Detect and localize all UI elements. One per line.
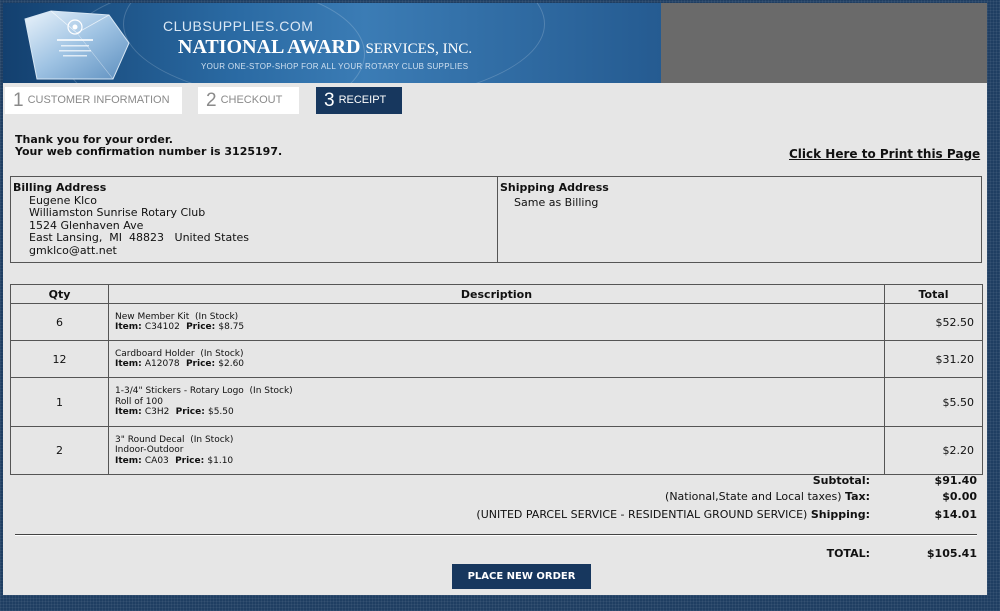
item-code: C3H2 bbox=[144, 407, 170, 418]
item-name: Cardboard Holder (In Stock) bbox=[115, 348, 244, 359]
item-code-label: Item: bbox=[115, 455, 142, 466]
subtotal-value: $91.40 bbox=[934, 474, 977, 487]
shipping-row: (UNITED PARCEL SERVICE - RESIDENTIAL GRO… bbox=[3, 508, 987, 522]
shipping-label: Shipping: bbox=[810, 508, 870, 521]
item-description: 3" Round Decal (In Stock) Indoor-Outdoor… bbox=[108, 426, 885, 475]
shipping-address-lines: Same as Billing bbox=[514, 196, 599, 209]
order-confirmation: Thank you for your order. Your web confi… bbox=[15, 134, 282, 158]
grand-total-row: TOTAL: $105.41 bbox=[3, 547, 987, 561]
crystal-award-image bbox=[24, 10, 130, 80]
billing-email: gmklco@att.net bbox=[29, 243, 117, 257]
grand-total-value: $105.41 bbox=[926, 547, 977, 560]
step-label: CHECKOUT bbox=[220, 94, 283, 106]
billing-city-state: East Lansing, MI 48823 United States bbox=[29, 231, 249, 245]
tax-label: Tax: bbox=[844, 490, 870, 503]
grand-total-label: TOTAL: bbox=[826, 547, 870, 560]
total-header: Total bbox=[884, 284, 983, 304]
item-meta: Item: C3H2 Price: $5.50 bbox=[115, 407, 884, 418]
tax-value: $0.00 bbox=[942, 490, 977, 503]
item-name: 3" Round Decal (In Stock) bbox=[115, 434, 234, 445]
billing-address-lines: Eugene Klco Williamston Sunrise Rotary C… bbox=[29, 194, 249, 257]
step-number: 1 bbox=[13, 90, 24, 111]
item-total: $52.50 bbox=[884, 303, 983, 341]
subtotal-row: Subtotal: $91.40 bbox=[3, 474, 987, 488]
item-price: $2.60 bbox=[218, 359, 245, 369]
item-description: New Member Kit (In Stock) Item: C34102 P… bbox=[108, 303, 885, 341]
item-variant: Indoor-Outdoor bbox=[115, 445, 184, 456]
site-name: CLUBSUPPLIES.COM bbox=[163, 18, 314, 34]
tax-note: (National,State and Local taxes) bbox=[665, 490, 842, 503]
item-description: Cardboard Holder (In Stock) Item: A12078… bbox=[108, 340, 885, 378]
step-label: CUSTOMER INFORMATION bbox=[27, 94, 170, 106]
confirmation-number: Your web confirmation number is 3125197. bbox=[15, 145, 283, 158]
shipping-note: (UNITED PARCEL SERVICE - RESIDENTIAL GRO… bbox=[476, 508, 808, 521]
billing-address: Billing Address Eugene Klco Williamston … bbox=[11, 177, 498, 262]
item-qty: 6 bbox=[10, 303, 109, 341]
shipping-value: $14.01 bbox=[934, 508, 977, 521]
item-total: $31.20 bbox=[884, 340, 983, 378]
table-header-row: Qty Description Total bbox=[10, 284, 983, 304]
item-variant: Roll of 100 bbox=[115, 396, 163, 407]
subtotal-label: Subtotal: bbox=[812, 474, 870, 487]
step-checkout[interactable]: 2 CHECKOUT bbox=[198, 87, 299, 114]
item-price-label: Price: bbox=[175, 407, 205, 418]
print-page-link[interactable]: Click Here to Print this Page bbox=[789, 147, 980, 161]
company-name-rest: SERVICES, INC. bbox=[365, 41, 473, 57]
item-code-label: Item: bbox=[115, 322, 142, 332]
step-label: RECEIPT bbox=[338, 94, 387, 106]
item-description: 1-3/4" Stickers - Rotary Logo (In Stock)… bbox=[108, 377, 885, 427]
brand-banner: CLUBSUPPLIES.COM NATIONAL AWARD SERVICES… bbox=[3, 3, 661, 83]
item-qty: 1 bbox=[10, 377, 109, 427]
billing-address-title: Billing Address bbox=[13, 181, 107, 194]
shipping-address: Shipping Address Same as Billing bbox=[498, 177, 981, 262]
table-row: 1 1-3/4" Stickers - Rotary Logo (In Stoc… bbox=[10, 377, 983, 427]
table-row: 12 Cardboard Holder (In Stock) Item: A12… bbox=[10, 340, 983, 378]
shipping-address-title: Shipping Address bbox=[500, 181, 609, 194]
tax-row: (National,State and Local taxes) Tax: $0… bbox=[3, 490, 987, 504]
item-code: A12078 bbox=[144, 359, 180, 369]
description-header: Description bbox=[108, 284, 885, 304]
item-price-label: Price: bbox=[186, 322, 216, 332]
item-code-label: Item: bbox=[115, 359, 142, 369]
company-name-main: NATIONAL AWARD bbox=[178, 36, 361, 58]
item-price-label: Price: bbox=[175, 455, 205, 466]
item-qty: 12 bbox=[10, 340, 109, 378]
item-code: CA03 bbox=[144, 455, 169, 466]
site-header: CLUBSUPPLIES.COM NATIONAL AWARD SERVICES… bbox=[3, 3, 987, 83]
shipping-same-as-billing: Same as Billing bbox=[514, 196, 599, 209]
item-qty: 2 bbox=[10, 426, 109, 475]
company-tagline: YOUR ONE-STOP-SHOP FOR ALL YOUR ROTARY C… bbox=[201, 62, 469, 71]
step-customer-information[interactable]: 1 CUSTOMER INFORMATION bbox=[5, 87, 182, 114]
step-number: 2 bbox=[206, 90, 217, 111]
billing-organization: Williamston Sunrise Rotary Club bbox=[29, 206, 206, 220]
item-price: $1.10 bbox=[207, 455, 234, 466]
tax-label-group: (National,State and Local taxes) Tax: bbox=[665, 490, 870, 503]
item-total: $5.50 bbox=[884, 377, 983, 427]
shipping-label-group: (UNITED PARCEL SERVICE - RESIDENTIAL GRO… bbox=[476, 508, 870, 521]
totals-divider bbox=[15, 534, 977, 536]
item-total: $2.20 bbox=[884, 426, 983, 475]
step-receipt[interactable]: 3 RECEIPT bbox=[316, 87, 402, 114]
item-price-label: Price: bbox=[185, 359, 216, 369]
item-name: 1-3/4" Stickers - Rotary Logo (In Stock) bbox=[115, 386, 293, 397]
page-scrollbar[interactable] bbox=[987, 0, 1000, 611]
item-meta: Item: C34102 Price: $8.75 bbox=[115, 322, 884, 333]
item-meta: Item: CA03 Price: $1.10 bbox=[115, 456, 884, 467]
place-new-order-button[interactable]: PLACE NEW ORDER bbox=[452, 564, 591, 589]
company-name: NATIONAL AWARD SERVICES, INC. bbox=[178, 36, 472, 59]
receipt-page: CLUBSUPPLIES.COM NATIONAL AWARD SERVICES… bbox=[3, 3, 987, 595]
item-code-label: Item: bbox=[115, 407, 142, 418]
qty-header: Qty bbox=[10, 284, 109, 304]
table-row: 2 3" Round Decal (In Stock) Indoor-Outdo… bbox=[10, 426, 983, 475]
address-panel: Billing Address Eugene Klco Williamston … bbox=[10, 176, 982, 263]
item-meta: Item: A12078 Price: $2.60 bbox=[115, 359, 884, 370]
item-name: New Member Kit (In Stock) bbox=[115, 311, 239, 322]
step-number: 3 bbox=[324, 90, 335, 111]
table-row: 6 New Member Kit (In Stock) Item: C34102… bbox=[10, 303, 983, 341]
order-items-table: Qty Description Total 6 New Member Kit (… bbox=[10, 284, 983, 475]
item-code: C34102 bbox=[144, 322, 180, 332]
item-price: $8.75 bbox=[218, 322, 245, 332]
item-price: $5.50 bbox=[207, 407, 234, 418]
